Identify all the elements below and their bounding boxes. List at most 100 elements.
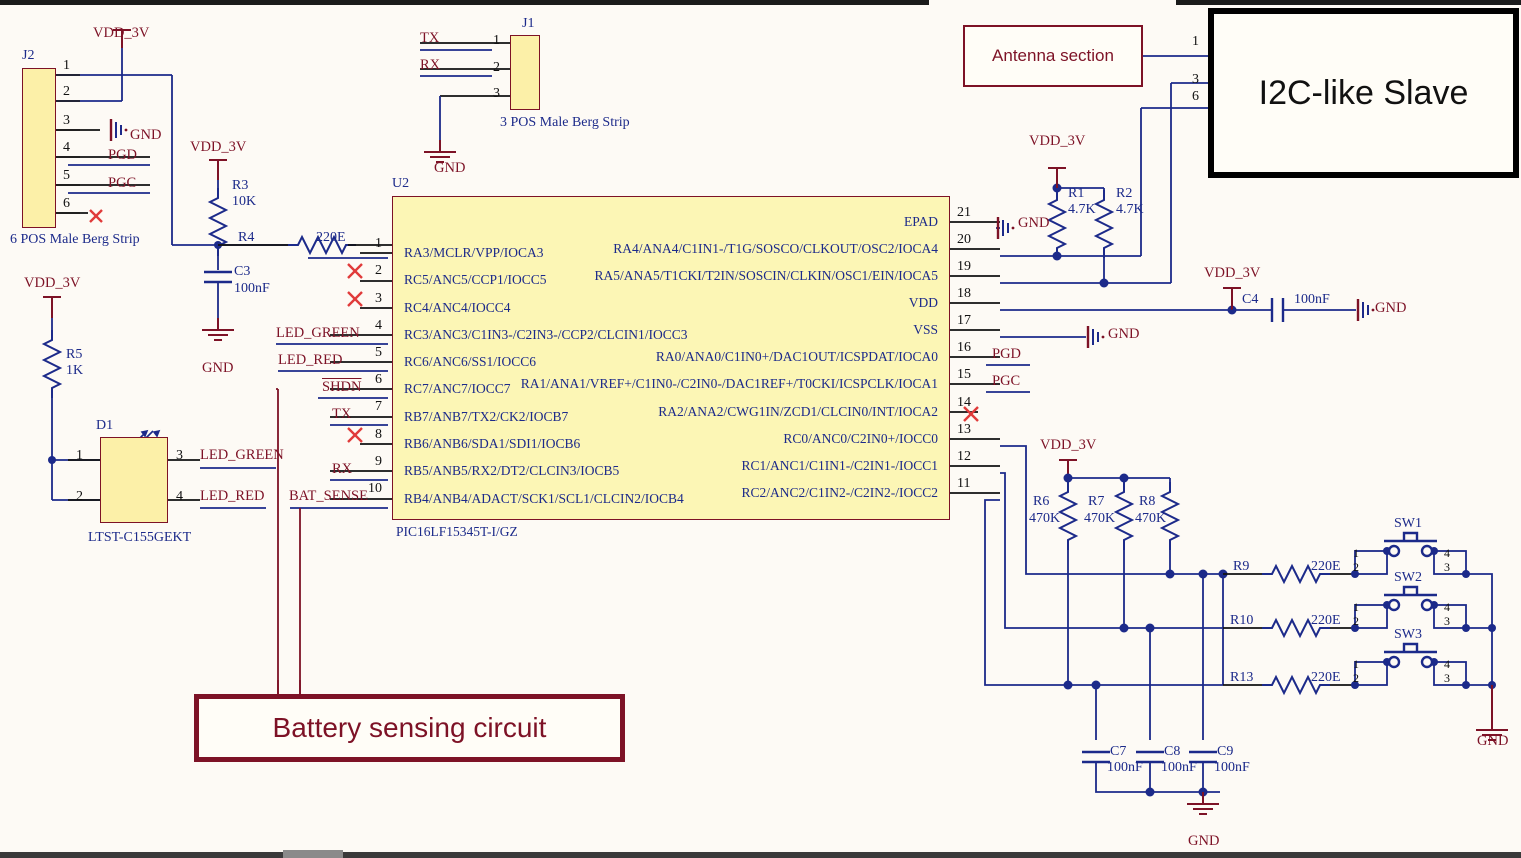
callout-i2c-slave[interactable]: I2C-like Slave (1208, 8, 1519, 178)
c3-refdes: C3 (234, 264, 251, 279)
mcu-left-pinnum-10: 10 (368, 481, 382, 496)
d1-refdes: D1 (96, 418, 114, 433)
vdd-label-r3: VDD_3V (190, 139, 247, 155)
mcu-right-pinnum-16: 16 (957, 340, 971, 355)
mcu-right-pinnum-20: 20 (957, 232, 971, 247)
d1-pin-3: 3 (176, 448, 183, 463)
c7-refdes: C7 (1110, 744, 1127, 759)
r7-refdes: R7 (1088, 494, 1105, 509)
i2c-pin-6: 6 (1192, 89, 1199, 104)
j2-pin-2: 2 (63, 84, 70, 99)
d1-desc: LTST-C155GEKT (88, 530, 192, 545)
vdd-label-r5: VDD_3V (24, 275, 81, 291)
mcu-left-pinnum-8: 8 (375, 427, 382, 442)
r9-value: 220E (1311, 559, 1341, 574)
led-d1-body (100, 437, 168, 523)
mcu-right-pinname-15: RA1/ANA1/VREF+/C1IN0-/C2IN0-/DAC1REF+/T0… (520, 376, 938, 391)
mcu-left-pinnum-5: 5 (375, 345, 382, 360)
c3-value: 100nF (234, 281, 270, 296)
connector-j2-refdes: J2 (22, 48, 35, 63)
j2-pin-5: 5 (63, 168, 70, 183)
sw1-refdes: SW1 (1394, 516, 1422, 531)
mcu-left-pinname-4: RC3/ANC3/C1IN3-/C2IN3-/CCP2/CLCIN1/IOCC3 (404, 327, 688, 342)
r2-refdes: R2 (1116, 186, 1133, 201)
c8-refdes: C8 (1164, 744, 1181, 759)
r13-refdes: R13 (1230, 670, 1254, 685)
mcu-left-net-led-red: LED_RED (278, 352, 343, 368)
mcu-right-pinnum-14: 14 (957, 395, 971, 410)
j2-pin-1: 1 (63, 58, 70, 73)
d1-pin-1: 1 (76, 448, 83, 463)
mcu-right-net-pgc: PGC (992, 373, 1021, 389)
d1-net-led-green: LED_GREEN (200, 447, 284, 463)
mcu-right-pinname-13: RC0/ANC0/C2IN0+/IOCC0 (783, 431, 938, 446)
j1-net-rx: RX (420, 57, 441, 73)
mcu-left-pinname-7: RB7/ANB7/TX2/CK2/IOCB7 (404, 409, 569, 424)
sw3-refdes: SW3 (1394, 627, 1422, 642)
callout-antenna-section[interactable]: Antenna section (963, 25, 1143, 87)
r5-value: 1K (66, 363, 84, 378)
c9-refdes: C9 (1217, 744, 1234, 759)
callout-battery-label: Battery sensing circuit (272, 712, 547, 743)
vdd-label-r6: VDD_3V (1040, 437, 1097, 453)
mcu-right-pinnum-18: 18 (957, 286, 971, 301)
mcu-right-pinname-17: VSS (913, 322, 938, 337)
mcu-left-pinnum-6: 6 (375, 372, 382, 387)
sw3-pin-3: 3 (1444, 671, 1450, 685)
j2-net-pgc: PGC (108, 175, 137, 191)
j2-net-pgd: PGD (108, 147, 138, 163)
mcu-right-pinname-19: RA5/ANA5/T1CKI/T2IN/SOSCIN/CLKIN/OSC1/EI… (594, 268, 938, 283)
c4-refdes: C4 (1242, 292, 1259, 307)
mcu-right-pinname-14: RA2/ANA2/CWG1IN/ZCD1/CLCIN0/INT/IOCA2 (658, 404, 938, 419)
r3-value: 10K (232, 194, 257, 209)
callout-i2c-label: I2C-like Slave (1258, 73, 1469, 112)
mcu-left-pinname-5: RC6/ANC6/SS1/IOCC6 (404, 354, 537, 369)
connector-j1-refdes: J1 (522, 16, 535, 31)
r4-refdes: R4 (238, 230, 255, 245)
mcu-left-net-led-green: LED_GREEN (276, 325, 360, 341)
sw2-refdes: SW2 (1394, 570, 1422, 585)
sw3-pin-4: 4 (1444, 657, 1450, 671)
sw1-pin-2: 2 (1353, 560, 1359, 574)
mcu-right-pinnum-12: 12 (957, 449, 971, 464)
mcu-left-pinname-3: RC4/ANC4/IOCC4 (404, 300, 511, 315)
connector-j1-desc: 3 POS Male Berg Strip (500, 115, 630, 130)
d1-pin-4: 4 (176, 489, 183, 504)
mcu-left-pinnum-4: 4 (375, 318, 382, 333)
j2-pin-6: 6 (63, 196, 70, 211)
mcu-right-pinname-18: VDD (908, 295, 938, 310)
mcu-right-net-pgd: PGD (992, 346, 1022, 362)
sw3-pin-2: 2 (1353, 671, 1359, 685)
callout-battery-sensing[interactable]: Battery sensing circuit (194, 694, 625, 762)
schematic-canvas: J2 6 POS Male Berg Strip 1 2 3 4 5 6 GND… (0, 0, 1521, 858)
sw1-pin-4: 4 (1444, 546, 1450, 560)
mcu-right-pinname-16: RA0/ANA0/C1IN0+/DAC1OUT/ICSPDAT/IOCA0 (655, 349, 938, 364)
vdd-label-c4: VDD_3V (1204, 265, 1261, 281)
r4-value: 220E (316, 230, 346, 245)
r5-refdes: R5 (66, 347, 83, 362)
r13-value: 220E (1311, 670, 1341, 685)
mcu-left-pinname-10: RB4/ANB4/ADACT/SCK1/SCL1/CLCIN2/IOCB4 (404, 491, 684, 506)
r8-value: 470K (1135, 511, 1167, 526)
i2c-pin-1: 1 (1192, 34, 1199, 49)
sw3-pin-1: 1 (1353, 657, 1359, 671)
mcu-left-pinname-6: RC7/ANC7/IOCC7 (404, 381, 511, 396)
mcu-right-pinnum-15: 15 (957, 367, 971, 382)
mcu-refdes: U2 (392, 176, 410, 191)
mcu-part-number: PIC16LF15345T-I/GZ (396, 524, 518, 539)
mcu-left-pinnum-9: 9 (375, 454, 382, 469)
sw1-pin-1: 1 (1353, 546, 1359, 560)
j1-pin-3: 3 (493, 86, 500, 101)
c4-value: 100nF (1294, 292, 1330, 307)
connector-j2-desc: 6 POS Male Berg Strip (10, 232, 140, 247)
mcu-right-pinname-20: RA4/ANA4/C1IN1-/T1G/SOSCO/CLKOUT/OSC2/IO… (613, 241, 938, 256)
mcu-left-net-shdn: SHDN (322, 379, 362, 395)
i2c-pin-3: 3 (1192, 72, 1199, 87)
vdd-label-r1: VDD_3V (1029, 133, 1086, 149)
mcu-left-pinname-1: RA3/MCLR/VPP/IOCA3 (404, 245, 544, 260)
gnd-label-c3: GND (202, 360, 234, 376)
gnd-label-c4: GND (1375, 300, 1407, 316)
mcu-left-pinnum-3: 3 (375, 291, 382, 306)
mcu-right-pinname-12: RC1/ANC1/C1IN1-/C2IN1-/IOCC1 (741, 458, 938, 473)
mcu-left-pinnum-7: 7 (375, 399, 382, 414)
